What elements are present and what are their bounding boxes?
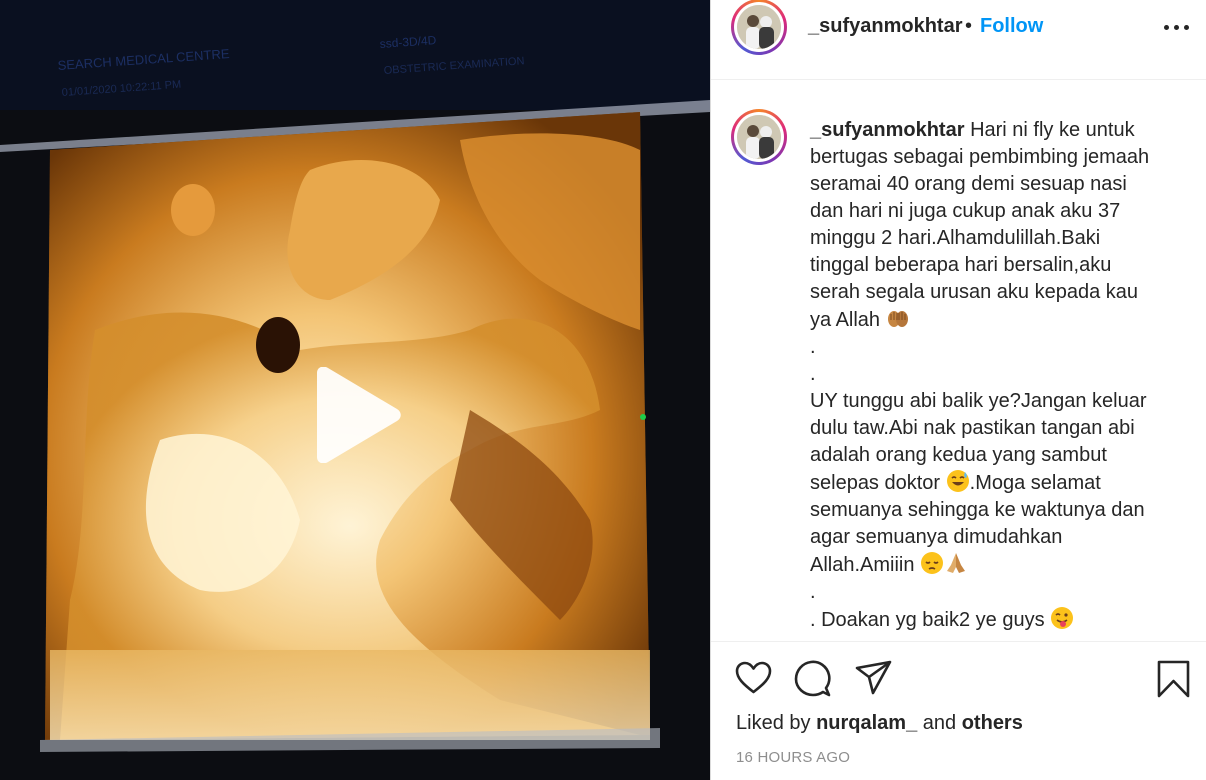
share-icon[interactable]	[855, 660, 892, 696]
caption-line-3: seramai 40 orang demi sesuap nasi	[810, 173, 1127, 195]
caption-line-19: . Doakan yg baik2 ye guys	[810, 606, 1180, 634]
liked-others-link[interactable]: others	[962, 712, 1023, 734]
post-media[interactable]: SEARCH MEDICAL CENTRE 01/01/2020 10:22:1…	[0, 0, 710, 780]
caption-line-12: dulu taw.Abi nak pastikan tangan abi	[810, 417, 1135, 439]
caption-line-10: .	[810, 363, 816, 385]
post-caption: _sufyanmokhtar Hari ni fly ke untuk bert…	[810, 117, 1180, 634]
caption-line-15: semuanya sehingga ke waktunya dan	[810, 499, 1145, 521]
caption-username[interactable]: _sufyanmokhtar	[810, 119, 965, 141]
winking-tongue-emoji	[1050, 606, 1074, 630]
more-options-icon[interactable]	[1161, 14, 1193, 40]
caption-line-16: agar semuanya dimudahkan	[810, 526, 1063, 548]
bookmark-icon[interactable]	[1157, 660, 1190, 698]
likes-summary: Liked by nurqalam_ and others	[736, 712, 1023, 734]
caption-line-13: adalah orang kedua yang sambut	[810, 444, 1107, 466]
heart-icon[interactable]	[735, 661, 772, 695]
liked-user-link[interactable]: nurqalam_	[816, 712, 917, 734]
caption-line-5: minggu 2 hari.Alhamdulillah.Baki	[810, 227, 1101, 249]
sweat-smile-emoji	[946, 469, 970, 493]
caption-line-14: selepas doktor .Moga selamat	[810, 469, 1180, 497]
post-header: _sufyanmokhtar • Follow	[711, 0, 1206, 80]
avatar[interactable]	[731, 0, 787, 55]
comment-icon[interactable]	[794, 660, 831, 698]
caption-line-18: .	[810, 581, 816, 603]
caption-avatar[interactable]	[731, 109, 787, 165]
caption-line-1: _sufyanmokhtar Hari ni fly ke untuk	[810, 119, 1135, 141]
header-separator: •	[965, 15, 973, 37]
open-hands-emoji	[886, 306, 910, 330]
caption-line-7: serah segala urusan aku kepada kau	[810, 281, 1139, 303]
caption-line-2: bertugas sebagai pembimbing jemaah	[810, 146, 1150, 168]
caption-line-9: .	[810, 336, 816, 358]
caption-line-11: UY tunggu abi balik ye?Jangan keluar	[810, 390, 1147, 412]
caption-line-8: ya Allah	[810, 306, 1180, 334]
caption-line-17: Allah.Amiiin	[810, 551, 1180, 579]
post-timestamp[interactable]: 16 HOURS AGO	[736, 749, 850, 766]
header-username[interactable]: _sufyanmokhtar	[808, 15, 963, 38]
caption-line-6: tinggal beberapa hari bersalin,aku	[810, 254, 1112, 276]
caption-line-4: dan hari ni juga cukup anak aku 37	[810, 200, 1121, 222]
follow-button[interactable]: Follow	[980, 15, 1043, 38]
folded-hands-emoji	[944, 551, 968, 575]
post-sidebar: _sufyanmokhtar • Follow _sufyanmokhtar H…	[710, 0, 1206, 780]
play-icon[interactable]	[309, 367, 401, 463]
post-actions-footer: Liked by nurqalam_ and others 16 HOURS A…	[711, 641, 1206, 780]
pensive-emoji	[920, 551, 944, 575]
